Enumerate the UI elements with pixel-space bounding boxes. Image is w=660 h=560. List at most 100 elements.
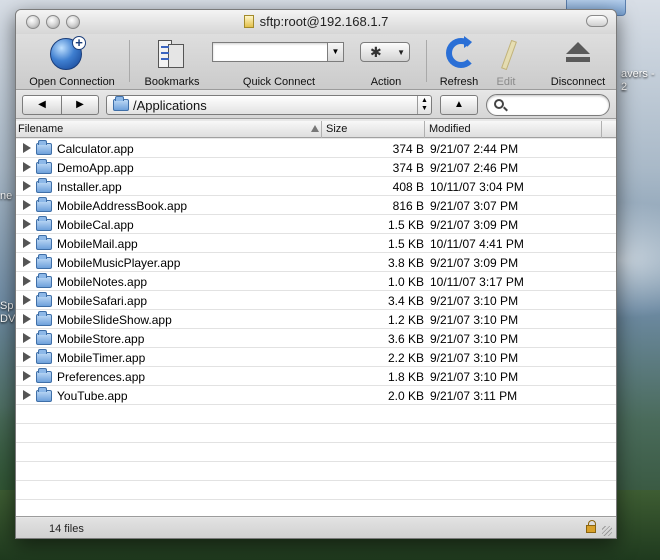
disclosure-triangle-icon[interactable] — [23, 295, 31, 305]
file-name: DemoApp.app — [57, 161, 134, 175]
disclosure-triangle-icon[interactable] — [23, 276, 31, 286]
folder-icon — [36, 178, 52, 193]
file-name: MobileTimer.app — [57, 351, 146, 365]
table-row[interactable]: Preferences.app 1.8 KB 9/21/07 3:10 PM — [16, 367, 616, 386]
folder-icon — [36, 197, 52, 212]
folder-icon — [36, 216, 52, 231]
column-header-filename[interactable]: Filename — [18, 123, 63, 135]
file-size: 374 B — [392, 142, 424, 156]
empty-row — [16, 405, 616, 424]
file-modified: 9/21/07 3:10 PM — [430, 332, 519, 346]
refresh-arrow-head — [464, 36, 472, 48]
toolbar-toggle-pill[interactable] — [586, 15, 608, 27]
disclosure-triangle-icon[interactable] — [23, 162, 31, 172]
file-size: 816 B — [392, 199, 424, 213]
chevron-down-icon[interactable]: ▼ — [327, 43, 343, 61]
lock-icon[interactable] — [586, 520, 596, 533]
file-modified: 9/21/07 3:09 PM — [430, 256, 519, 270]
edit-button[interactable]: Edit — [484, 34, 528, 90]
column-divider[interactable] — [321, 121, 322, 138]
table-row[interactable]: MobileSafari.app 3.4 KB 9/21/07 3:10 PM — [16, 291, 616, 310]
desktop-label-left-1: ne — [0, 190, 13, 202]
bookmarks-button[interactable]: Bookmarks — [138, 34, 206, 90]
window-title-text: sftp:root@192.168.1.7 — [259, 14, 389, 29]
file-name: YouTube.app — [57, 389, 128, 403]
disclosure-triangle-icon[interactable] — [23, 257, 31, 267]
disclosure-triangle-icon[interactable] — [23, 200, 31, 210]
column-header: Filename Size Modified — [16, 121, 616, 138]
quick-connect-input[interactable]: ▼ — [212, 42, 344, 62]
table-row[interactable]: MobileTimer.app 2.2 KB 9/21/07 3:10 PM — [16, 348, 616, 367]
quick-connect-combo[interactable]: ▼ Quick Connect — [212, 34, 346, 90]
file-size: 2.2 KB — [387, 351, 424, 365]
up-down-arrows-icon: ▲ ▼ — [417, 96, 431, 114]
action-button[interactable]: ✱ ▼ Action — [360, 34, 412, 90]
table-row[interactable]: MobileMusicPlayer.app 3.8 KB 9/21/07 3:09 … — [16, 253, 616, 272]
disclosure-triangle-icon[interactable] — [23, 352, 31, 362]
table-row[interactable]: YouTube.app 2.0 KB 9/21/07 3:11 PM — [16, 386, 616, 405]
file-modified: 9/21/07 2:44 PM — [430, 142, 519, 156]
file-modified: 9/21/07 3:10 PM — [430, 351, 519, 365]
folder-icon — [36, 311, 52, 326]
file-modified: 9/21/07 3:09 PM — [430, 218, 519, 232]
action-label: Action — [370, 76, 402, 88]
forward-button[interactable]: ▶ — [61, 95, 99, 115]
folder-icon — [36, 387, 52, 402]
column-header-modified[interactable]: Modified — [429, 123, 471, 135]
path-text: /Applications — [133, 98, 207, 113]
parent-directory-button[interactable]: ▲ — [440, 95, 478, 115]
open-connection-button[interactable]: + Open Connection — [20, 34, 124, 90]
sort-ascending-icon[interactable] — [311, 125, 319, 132]
table-row[interactable]: Installer.app 408 B 10/11/07 3:04 PM — [16, 177, 616, 196]
file-size: 374 B — [392, 161, 424, 175]
column-divider[interactable] — [601, 121, 602, 138]
table-row[interactable]: MobileAddressBook.app 816 B 9/21/07 3:07 P… — [16, 196, 616, 215]
action-popup[interactable]: ✱ ▼ — [360, 42, 410, 62]
file-name: Preferences.app — [57, 370, 146, 384]
document-proxy-icon[interactable] — [243, 15, 254, 28]
disconnect-label: Disconnect — [550, 76, 606, 88]
open-connection-label: Open Connection — [29, 76, 115, 88]
file-name: MobileAddressBook.app — [57, 199, 188, 213]
file-name: Calculator.app — [57, 142, 134, 156]
disclosure-triangle-icon[interactable] — [23, 238, 31, 248]
disclosure-triangle-icon[interactable] — [23, 314, 31, 324]
disclosure-triangle-icon[interactable] — [23, 333, 31, 343]
file-list[interactable]: Calculator.app 374 B 9/21/07 2:44 PM DemoAp… — [16, 139, 616, 517]
file-modified: 10/11/07 3:04 PM — [430, 180, 524, 194]
table-row[interactable]: MobileCal.app 1.5 KB 9/21/07 3:09 PM — [16, 215, 616, 234]
bookmarks-label: Bookmarks — [144, 76, 200, 88]
table-row[interactable]: MobileMail.app 1.5 KB 10/11/07 4:41 PM — [16, 234, 616, 253]
table-row[interactable]: MobileStore.app 3.6 KB 9/21/07 3:10 PM — [16, 329, 616, 348]
refresh-button[interactable]: Refresh — [434, 34, 484, 90]
toolbar: + Open Connection Bookmarks ▼ Quick Conn… — [16, 34, 616, 90]
disclosure-triangle-icon[interactable] — [23, 390, 31, 400]
folder-icon — [36, 159, 52, 174]
path-popup[interactable]: /Applications ▲ ▼ — [106, 95, 432, 115]
table-row[interactable]: Calculator.app 374 B 9/21/07 2:44 PM — [16, 139, 616, 158]
search-field[interactable] — [486, 94, 610, 116]
disclosure-triangle-icon[interactable] — [23, 181, 31, 191]
disclosure-triangle-icon[interactable] — [23, 219, 31, 229]
file-name: MobileSafari.app — [57, 294, 148, 308]
edit-label: Edit — [496, 76, 516, 88]
empty-row — [16, 424, 616, 443]
column-divider[interactable] — [424, 121, 425, 138]
empty-row — [16, 462, 616, 481]
disconnect-button[interactable]: Disconnect — [550, 34, 606, 90]
file-modified: 10/11/07 4:41 PM — [430, 237, 524, 251]
table-row[interactable]: DemoApp.app 374 B 9/21/07 2:46 PM — [16, 158, 616, 177]
path-bar: ◀ ▶ /Applications ▲ ▼ ▲ — [16, 91, 616, 119]
folder-icon — [113, 96, 129, 111]
disclosure-triangle-icon[interactable] — [23, 143, 31, 153]
resize-grip-icon[interactable] — [602, 526, 612, 536]
disclosure-triangle-icon[interactable] — [23, 371, 31, 381]
desktop-label-right: avers - — [621, 68, 655, 80]
file-name: MobileStore.app — [57, 332, 145, 346]
title-bar[interactable]: sftp:root@192.168.1.7 — [16, 10, 616, 34]
folder-icon — [36, 140, 52, 155]
table-row[interactable]: MobileNotes.app 1.0 KB 10/11/07 3:17 PM — [16, 272, 616, 291]
table-row[interactable]: MobileSlideShow.app 1.2 KB 9/21/07 3:10 PM — [16, 310, 616, 329]
column-header-size[interactable]: Size — [326, 123, 347, 135]
back-button[interactable]: ◀ — [22, 95, 62, 115]
